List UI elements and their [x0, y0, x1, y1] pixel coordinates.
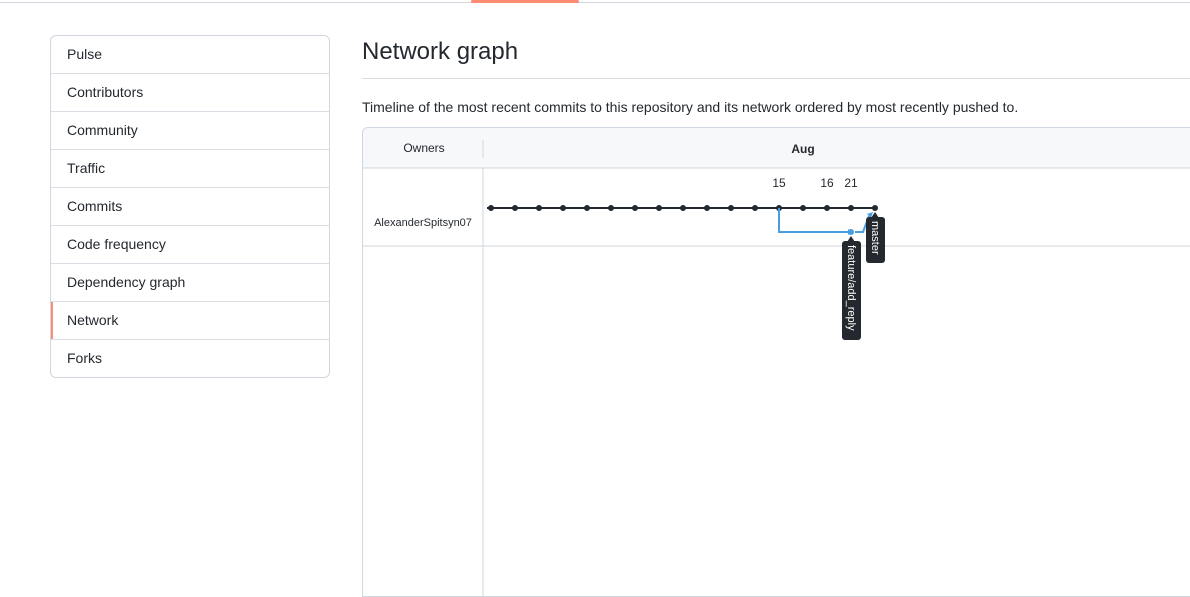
master-branch-tag[interactable]: master [866, 212, 885, 263]
master-commit[interactable] [848, 205, 854, 211]
feature-branch-line [778, 208, 851, 233]
master-commit[interactable] [752, 205, 758, 211]
master-commit[interactable] [632, 205, 638, 211]
date-label: 15 [772, 176, 786, 190]
network-graph-canvas[interactable]: Owners Aug 15 16 21 AlexanderSpitsyn07 m… [363, 128, 1190, 597]
master-commit[interactable] [584, 205, 590, 211]
sidebar-item-code-frequency[interactable]: Code frequency [51, 225, 329, 263]
master-commit[interactable] [728, 205, 734, 211]
sidebar-item-pulse[interactable]: Pulse [51, 36, 329, 73]
title-divider [362, 78, 1190, 79]
master-commit[interactable] [608, 205, 614, 211]
master-commit[interactable] [536, 205, 542, 211]
sidebar-item-network[interactable]: Network [51, 301, 329, 339]
master-commit[interactable] [656, 205, 662, 211]
active-tab-indicator [471, 0, 579, 3]
date-label: 21 [844, 176, 858, 190]
master-commit[interactable] [488, 205, 494, 211]
month-label: Aug [791, 142, 814, 156]
sidebar-item-traffic[interactable]: Traffic [51, 149, 329, 187]
owners-column-bg [363, 168, 483, 246]
sidebar-item-dependency-graph[interactable]: Dependency graph [51, 263, 329, 301]
feature-tag-label: feature/add_reply [845, 245, 857, 331]
master-commit[interactable] [680, 205, 686, 211]
master-tag-label: master [869, 221, 881, 255]
master-commit[interactable] [512, 205, 518, 211]
owners-header: Owners [403, 141, 444, 155]
feature-commit[interactable] [848, 229, 854, 235]
network-graph[interactable]: Owners Aug 15 16 21 AlexanderSpitsyn07 m… [362, 127, 1190, 597]
master-commit[interactable] [560, 205, 566, 211]
sidebar-item-community[interactable]: Community [51, 111, 329, 149]
header-divider [0, 2, 1190, 3]
master-commit[interactable] [824, 205, 830, 211]
sidebar-item-contributors[interactable]: Contributors [51, 73, 329, 111]
page-title: Network graph [362, 38, 519, 65]
sidebar-item-forks[interactable]: Forks [51, 339, 329, 377]
master-commit[interactable] [800, 205, 806, 211]
date-label: 16 [820, 176, 834, 190]
feature-branch-tag[interactable]: feature/add_reply [842, 236, 861, 340]
insights-sidebar: Pulse Contributors Community Traffic Com… [50, 35, 330, 378]
owner-name[interactable]: AlexanderSpitsyn07 [374, 217, 472, 229]
page-description: Timeline of the most recent commits to t… [362, 99, 1019, 115]
master-commit[interactable] [704, 205, 710, 211]
sidebar-item-commits[interactable]: Commits [51, 187, 329, 225]
master-commit[interactable] [872, 205, 878, 211]
graph-header-bg [363, 128, 1190, 168]
